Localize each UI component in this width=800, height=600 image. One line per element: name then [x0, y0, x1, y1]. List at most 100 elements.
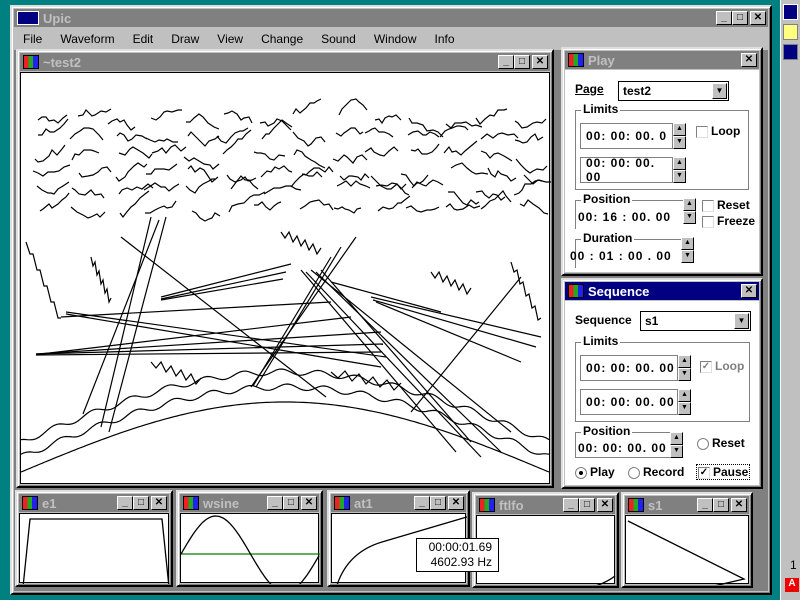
sequence-title-bar[interactable]: Sequence ✕ [565, 282, 759, 300]
menu-window[interactable]: Window [365, 32, 426, 46]
page-select[interactable]: test2 ▼ [618, 81, 729, 101]
waveform-title: at1 [354, 495, 373, 511]
sketch-stroke [259, 118, 292, 131]
reset-radio[interactable]: Reset [697, 436, 745, 450]
maximize-button[interactable]: □ [430, 496, 446, 510]
position-value[interactable]: 00: 00: 00. 00 [578, 441, 667, 455]
waveform-title-bar[interactable]: e1 _ □ ✕ [19, 494, 169, 512]
chevron-down-icon[interactable]: ▼ [712, 83, 727, 99]
sequence-body: Sequence s1 ▼ Limits 00: 00: 00. 00 ▲ ▼ ✓ L… [565, 301, 759, 485]
sketch-stroke [145, 200, 177, 214]
play-position-group: Position 00: 16 : 00. 00 [575, 192, 683, 229]
sketch-stroke [65, 313, 382, 368]
menu-waveform[interactable]: Waveform [51, 32, 123, 46]
close-button[interactable]: ✕ [448, 496, 464, 510]
close-button[interactable]: ✕ [731, 498, 747, 512]
close-button[interactable]: ✕ [741, 53, 757, 67]
duration-spinner[interactable]: ▲ ▼ [681, 237, 694, 263]
minimize-button[interactable]: _ [498, 55, 514, 69]
duration-value[interactable]: 00 : 01 : 00 . 00 [570, 249, 672, 263]
maximize-button[interactable]: □ [514, 55, 530, 69]
limit-end-spinner[interactable]: ▲ ▼ [673, 157, 686, 183]
close-button[interactable]: ✕ [151, 496, 167, 510]
page-title-bar[interactable]: ~test2 _ □ ✕ [20, 53, 550, 71]
close-button[interactable]: ✕ [741, 284, 757, 298]
menu-sound[interactable]: Sound [312, 32, 365, 46]
sequence-title: Sequence [588, 283, 650, 299]
waveform-curve [180, 515, 320, 593]
menu-change[interactable]: Change [252, 32, 312, 46]
freeze-checkbox[interactable]: Freeze [702, 214, 755, 228]
waveform-title-bar[interactable]: s1 _ □ ✕ [625, 496, 749, 514]
waveform-window-wsine: wsine _ □ ✕ [176, 490, 323, 593]
minimize-button[interactable]: _ [117, 496, 133, 510]
reset-checkbox[interactable]: Reset [702, 198, 750, 212]
play-window: Play ✕ Page test2 ▼ Limits 00: 00: 00. 0 … [561, 47, 763, 276]
maximize-button[interactable]: □ [133, 496, 149, 510]
minimize-button[interactable]: _ [563, 498, 579, 512]
sketch-stroke [143, 182, 180, 192]
tray-icon[interactable]: A [785, 578, 799, 592]
sketch-stroke [523, 174, 557, 185]
waveform-canvas[interactable] [625, 515, 749, 600]
sketch-stroke [514, 118, 547, 129]
close-button[interactable]: ✕ [532, 55, 548, 69]
sketch-stroke [151, 144, 187, 154]
sketch-stroke [100, 216, 152, 428]
duration-label: Duration [581, 231, 635, 245]
minimize-button[interactable]: _ [414, 496, 430, 510]
sketch-stroke [186, 113, 220, 130]
limit-start-spinner[interactable]: ▲ ▼ [678, 355, 691, 381]
position-value[interactable]: 00: 16 : 00. 00 [578, 210, 671, 224]
waveform-title-bar[interactable]: at1 _ □ ✕ [331, 494, 466, 512]
play-title-bar[interactable]: Play ✕ [565, 51, 759, 69]
minimize-button[interactable]: _ [267, 496, 283, 510]
pause-checkbox[interactable]: ✓ Pause [696, 464, 751, 480]
waveform-canvas[interactable] [180, 513, 320, 593]
menu-view[interactable]: View [208, 32, 252, 46]
position-spinner[interactable]: ▲ ▼ [683, 198, 696, 224]
limit-start-field[interactable]: 00: 00: 00. 00 [580, 355, 678, 381]
taskbar-app-icon[interactable] [783, 24, 798, 40]
sketch-stroke [146, 163, 178, 175]
minimize-button[interactable]: _ [716, 11, 732, 25]
menu-edit[interactable]: Edit [124, 32, 163, 46]
readout-time: 00:00:01.69 [428, 540, 492, 554]
close-button[interactable]: ✕ [750, 11, 766, 25]
close-button[interactable]: ✕ [301, 496, 317, 510]
sequence-label: Sequence [575, 313, 632, 327]
taskbar-app-icon[interactable] [783, 44, 798, 60]
close-button[interactable]: ✕ [597, 498, 613, 512]
play-body: Page test2 ▼ Limits 00: 00: 00. 0 ▲ ▼ Loop… [565, 70, 759, 272]
menu-draw[interactable]: Draw [162, 32, 208, 46]
limit-start-field[interactable]: 00: 00: 00. 0 [580, 123, 673, 149]
sequence-select[interactable]: s1 ▼ [640, 311, 751, 331]
limit-end-field[interactable]: 00: 00: 00. 00 [580, 156, 673, 184]
record-radio[interactable]: Record [628, 465, 684, 479]
main-title-bar[interactable]: Upic _ □ ✕ [14, 9, 768, 27]
play-title: Play [588, 52, 615, 68]
loop-checkbox[interactable]: Loop [696, 124, 740, 138]
waveform-title-bar[interactable]: wsine _ □ ✕ [180, 494, 319, 512]
maximize-button[interactable]: □ [732, 11, 748, 25]
sketch-stroke [116, 132, 148, 142]
drawing-canvas[interactable] [20, 72, 557, 484]
waveform-canvas[interactable] [19, 513, 171, 598]
chevron-down-icon[interactable]: ▼ [734, 313, 749, 329]
menu-file[interactable]: File [14, 32, 51, 46]
sketch-stroke [150, 109, 182, 121]
maximize-button[interactable]: □ [579, 498, 595, 512]
play-radio[interactable]: Play [575, 465, 615, 479]
taskbar-app-icon[interactable] [783, 4, 798, 20]
waveform-title: e1 [42, 495, 57, 511]
limit-end-spinner[interactable]: ▲ ▼ [678, 389, 691, 415]
minimize-button[interactable]: _ [697, 498, 713, 512]
maximize-button[interactable]: □ [283, 496, 299, 510]
sequence-limits-group: Limits 00: 00: 00. 00 ▲ ▼ ✓ Loop 00: 00: 0… [575, 334, 750, 422]
limit-start-spinner[interactable]: ▲ ▼ [673, 123, 686, 149]
menu-info[interactable]: Info [426, 32, 464, 46]
limit-end-field[interactable]: 00: 00: 00. 00 [580, 389, 678, 415]
position-spinner[interactable]: ▲ ▼ [670, 432, 683, 458]
waveform-title-bar[interactable]: ftlfo _ □ ✕ [476, 496, 615, 514]
maximize-button[interactable]: □ [713, 498, 729, 512]
